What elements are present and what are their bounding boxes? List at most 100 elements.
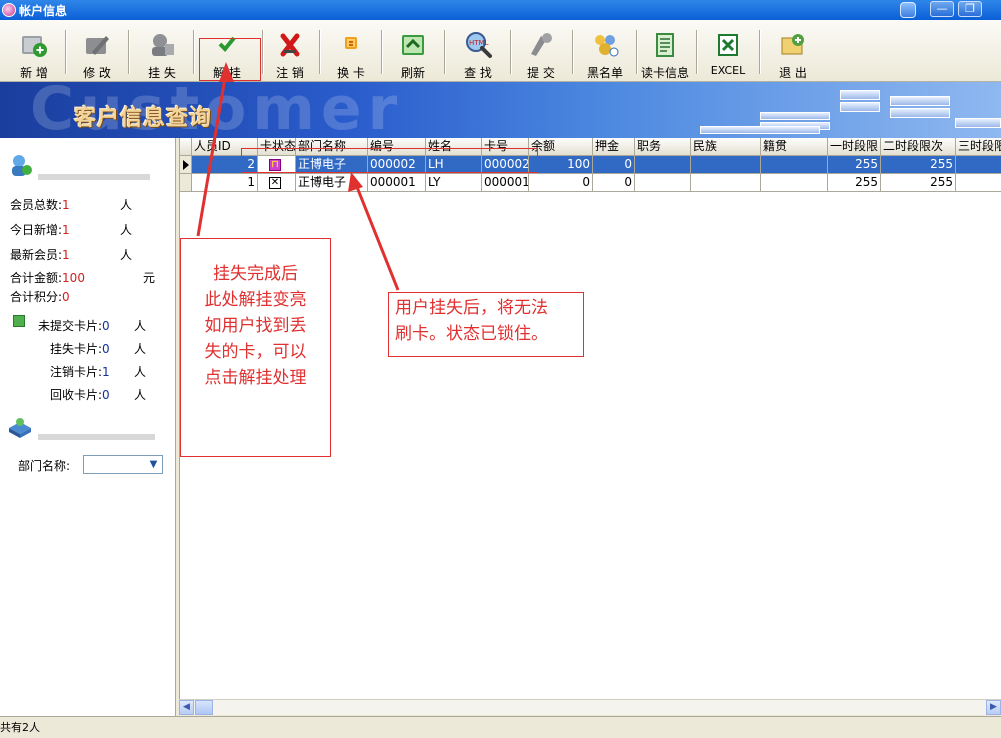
exit-button[interactable]: 退 出 <box>763 20 823 82</box>
column-header-hometown[interactable]: 籍贯 <box>761 138 828 156</box>
stat-latest-member-unit: 人 <box>120 248 133 262</box>
cell-hometown <box>761 174 828 192</box>
change-card-button[interactable]: 换 卡 <box>323 20 379 82</box>
read-card-icon <box>656 33 674 57</box>
cell-position <box>635 156 691 174</box>
stat-lost-cards: 挂失卡片:0 <box>50 342 110 356</box>
change-card-button-label: 换 卡 <box>337 66 365 80</box>
stat-total-amount-unit: 元 <box>143 271 156 285</box>
cell-deposit: 0 <box>593 156 635 174</box>
column-header-period2-limit[interactable]: 二时段限次 <box>881 138 956 156</box>
cancel-card-button-label: 注 销 <box>276 66 304 80</box>
stat-cancelled-cards: 注销卡片:1 <box>50 365 110 379</box>
cell-hometown <box>761 156 828 174</box>
column-header-balance[interactable]: 余额 <box>529 138 593 156</box>
cell-card-no: 000001 <box>482 174 529 192</box>
edit-icon <box>86 36 109 55</box>
exit-icon <box>781 34 804 55</box>
column-header-position[interactable]: 职务 <box>635 138 691 156</box>
read-card-button-label: 读卡信息 <box>640 66 689 80</box>
blacklist-icon <box>595 35 619 57</box>
banner: Customer 客户信息查询 <box>0 82 1001 138</box>
restore-button[interactable]: ❐ <box>958 1 982 17</box>
search-button[interactable]: HTML 查 找 <box>448 20 508 82</box>
toolbar-separator <box>381 30 383 74</box>
cell-period2-limit: 255 <box>881 156 956 174</box>
stat-today-new: 今日新增:1 <box>10 223 70 237</box>
toolbar-separator <box>444 30 446 74</box>
add-button-label: 新 增 <box>20 66 48 80</box>
stat-recycled-cards-unit: 人 <box>134 388 147 402</box>
column-header-ethnicity[interactable]: 民族 <box>691 138 761 156</box>
current-row-arrow-icon <box>183 160 189 170</box>
note-line: 失的卡，可以 <box>204 342 307 362</box>
toolbar-separator <box>193 30 195 74</box>
excel-button-label: EXCEL <box>710 64 746 77</box>
stats-header-bar <box>38 174 150 180</box>
read-card-button[interactable]: 读卡信息 <box>637 20 693 82</box>
minimize-button[interactable]: — <box>930 1 954 17</box>
table-row[interactable]: 1 ✕ 正博电子 000001 LY 000001 0 0 255 255 <box>180 174 1001 192</box>
header-indicator <box>180 138 192 156</box>
annotation-note-unlock: 挂失完成后 此处解挂变亮 如用户找到丢 失的卡，可以 点击解挂处理 <box>180 238 331 457</box>
banner-title: 客户信息查询 <box>74 106 213 131</box>
stat-total-points: 合计积分:0 <box>10 290 70 304</box>
highlight-box-unlock <box>199 38 261 81</box>
submit-button-label: 提 交 <box>527 66 555 80</box>
toolbar-separator <box>696 30 698 74</box>
cell-name: LY <box>426 174 482 192</box>
column-header-period1-limit[interactable]: 一时段限 <box>828 138 881 156</box>
column-header-period3-limit[interactable]: 三时段限 <box>956 138 1001 156</box>
submit-button[interactable]: 提 交 <box>512 20 570 82</box>
cell-ethnicity <box>691 174 761 192</box>
toolbar-separator <box>572 30 574 74</box>
help-icon[interactable] <box>900 2 916 18</box>
stat-unsubmitted-cards-unit: 人 <box>134 319 147 333</box>
card-stats-icon <box>13 315 25 327</box>
edit-button[interactable]: 修 改 <box>69 20 125 82</box>
column-header-deposit[interactable]: 押金 <box>593 138 635 156</box>
scroll-left-icon[interactable]: ◀ <box>179 700 194 715</box>
stat-recycled-cards: 回收卡片:0 <box>50 388 110 402</box>
department-label: 部门名称: <box>18 459 71 473</box>
stat-latest-member: 最新会员:1 <box>10 248 70 262</box>
blacklist-button[interactable]: 黑名单 <box>575 20 635 82</box>
exit-button-label: 退 出 <box>779 66 807 80</box>
stat-cancelled-cards-unit: 人 <box>134 365 147 379</box>
row-indicator <box>180 174 192 192</box>
report-loss-button-label: 挂 失 <box>148 66 176 80</box>
note-line: 点击解挂处理 <box>204 368 307 388</box>
scroll-right-icon[interactable]: ▶ <box>986 700 1001 715</box>
report-loss-button[interactable]: 挂 失 <box>132 20 192 82</box>
row-indicator <box>180 156 192 174</box>
toolbar: 新 增 修 改 挂 失 解 挂 注 销 换 卡 刷新 HTML 查 找 提 交 … <box>0 20 1001 82</box>
add-button[interactable]: 新 增 <box>6 20 62 82</box>
scroll-thumb[interactable] <box>195 700 213 715</box>
window-title: 帐户信息 <box>19 4 68 18</box>
cancel-card-button[interactable]: 注 销 <box>264 20 316 82</box>
member-stats-icon <box>12 155 32 176</box>
search-button-label: 查 找 <box>464 66 492 80</box>
stat-total-amount: 合计金额:100 <box>10 271 85 285</box>
excel-button[interactable]: EXCEL <box>700 20 756 82</box>
cell-card-status: ✕ <box>258 174 296 192</box>
app-window: 帐户信息 — ❐ 新 增 修 改 挂 失 解 挂 注 销 换 卡 刷新 HTML… <box>0 0 1001 738</box>
highlight-box-row <box>241 148 538 173</box>
search-html-icon: HTML <box>466 32 492 58</box>
department-icon <box>9 418 31 438</box>
cell-period1-limit: 255 <box>828 174 881 192</box>
change-card-icon <box>345 37 357 49</box>
status-bar: 共有2人 <box>0 716 1001 738</box>
refresh-button[interactable]: 刷新 <box>384 20 442 82</box>
chevron-down-icon[interactable]: ▼ <box>146 457 161 472</box>
cell-id: 1 <box>192 174 258 192</box>
annotation-note-locked: 用户挂失后，将无法 刷卡。状态已锁住。 <box>388 292 584 357</box>
note-line: 挂失完成后 <box>213 264 298 284</box>
stat-unsubmitted-cards: 未提交卡片:0 <box>38 319 110 333</box>
cell-position <box>635 174 691 192</box>
horizontal-scrollbar[interactable]: ◀ ▶ <box>179 699 1001 715</box>
submit-icon <box>531 33 552 56</box>
status-text: 共有2人 <box>0 721 40 734</box>
cell-period1-limit: 255 <box>828 156 881 174</box>
department-select[interactable]: ▼ <box>83 455 163 474</box>
